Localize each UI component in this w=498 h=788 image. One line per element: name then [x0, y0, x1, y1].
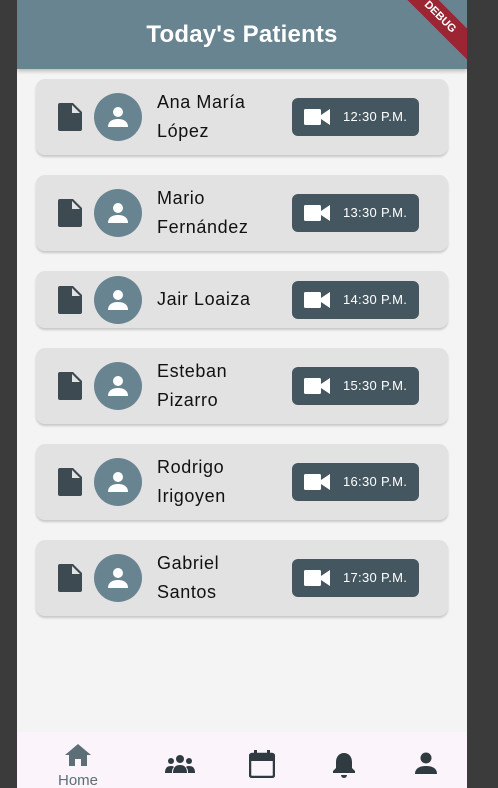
document-icon[interactable]	[58, 564, 82, 592]
patient-card[interactable]: Mario Fernández 13:30 P.M.	[36, 175, 448, 251]
patient-card[interactable]: Ana María López 12:30 P.M.	[36, 79, 448, 155]
app-bar: Today's Patients	[17, 0, 467, 69]
person-icon	[108, 107, 128, 127]
document-icon[interactable]	[58, 199, 82, 227]
video-camera-icon	[304, 292, 330, 308]
bottom-navigation: Home	[17, 732, 467, 788]
video-call-button[interactable]: 14:30 P.M.	[292, 281, 419, 319]
appointment-time: 12:30 P.M.	[343, 109, 408, 124]
patient-name: Gabriel Santos	[157, 553, 220, 602]
document-icon[interactable]	[58, 372, 82, 400]
bell-icon	[333, 753, 355, 778]
groups-icon	[165, 755, 195, 773]
video-camera-icon	[304, 109, 330, 125]
avatar	[94, 276, 142, 324]
video-call-button[interactable]: 17:30 P.M.	[292, 559, 419, 597]
avatar	[94, 554, 142, 602]
video-call-button[interactable]: 13:30 P.M.	[292, 194, 419, 232]
patient-name: Mario Fernández	[157, 188, 249, 237]
nav-item-calendar[interactable]	[242, 732, 282, 788]
patient-card[interactable]: Esteban Pizarro 15:30 P.M.	[36, 348, 448, 424]
video-call-button[interactable]: 16:30 P.M.	[292, 463, 419, 501]
person-icon	[108, 376, 128, 396]
nav-item-patients[interactable]	[160, 732, 200, 788]
patient-name: Esteban Pizarro	[157, 361, 228, 410]
person-icon	[415, 752, 437, 774]
appointment-time: 15:30 P.M.	[343, 378, 408, 393]
home-icon	[65, 744, 91, 766]
person-icon	[108, 203, 128, 223]
patient-name: Jair Loaiza	[157, 289, 251, 309]
video-call-button[interactable]: 12:30 P.M.	[292, 98, 419, 136]
appointment-time: 17:30 P.M.	[343, 570, 408, 585]
video-camera-icon	[304, 570, 330, 586]
document-icon[interactable]	[58, 286, 82, 314]
nav-item-notifications[interactable]	[324, 732, 364, 788]
avatar	[94, 362, 142, 410]
patient-card[interactable]: Jair Loaiza 14:30 P.M.	[36, 271, 448, 328]
patient-card[interactable]: Rodrigo Irigoyen 16:30 P.M.	[36, 444, 448, 520]
document-icon[interactable]	[58, 468, 82, 496]
patient-name: Rodrigo Irigoyen	[157, 457, 226, 506]
person-icon	[108, 472, 128, 492]
patient-name: Ana María López	[157, 92, 246, 141]
patient-card[interactable]: Gabriel Santos 17:30 P.M.	[36, 540, 448, 616]
avatar	[94, 458, 142, 506]
avatar	[94, 189, 142, 237]
nav-item-home[interactable]: Home	[48, 732, 108, 788]
phone-screen: Today's Patients DEBUG Ana María López 1…	[17, 0, 467, 788]
appointment-time: 16:30 P.M.	[343, 474, 408, 489]
video-camera-icon	[304, 378, 330, 394]
person-icon	[108, 568, 128, 588]
nav-label-home: Home	[57, 772, 98, 788]
avatar	[94, 93, 142, 141]
page-title: Today's Patients	[146, 20, 338, 48]
calendar-icon	[249, 750, 275, 778]
video-call-button[interactable]: 15:30 P.M.	[292, 367, 419, 405]
document-icon[interactable]	[58, 103, 82, 131]
person-icon	[108, 290, 128, 310]
appointment-time: 14:30 P.M.	[343, 292, 408, 307]
appointment-time: 13:30 P.M.	[343, 205, 408, 220]
nav-item-profile[interactable]	[406, 732, 446, 788]
video-camera-icon	[304, 205, 330, 221]
video-camera-icon	[304, 474, 330, 490]
